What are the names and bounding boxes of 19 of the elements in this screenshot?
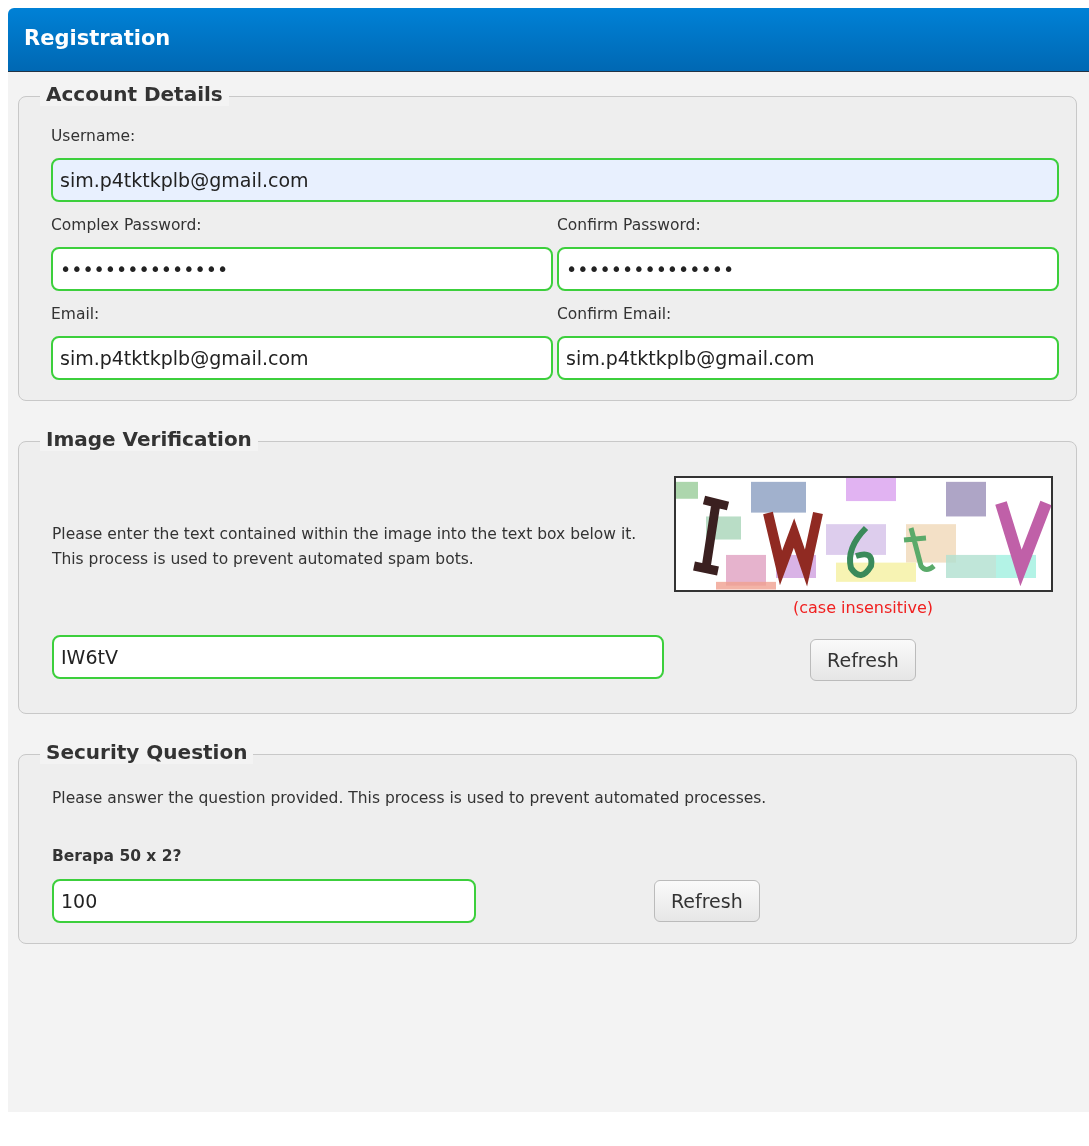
field-label: Email: [51, 305, 101, 325]
input-field[interactable]: IW6tV [52, 635, 664, 679]
refresh-button[interactable]: Refresh [810, 639, 916, 681]
instructions-text: Please answer the question provided. This process is used to prevent automated processes. [52, 789, 768, 807]
field-label: Confirm Password: [557, 216, 702, 236]
input-field[interactable]: sim.p4tktkplb@gmail.com [557, 336, 1059, 380]
input-field[interactable]: ••••••••••••••• [51, 247, 553, 291]
question-text: Berapa 50 x 2? [52, 847, 183, 865]
input-field[interactable]: ••••••••••••••• [557, 247, 1059, 291]
instructions-text: Please enter the text contained within the image into the text box below it. This process is used to prevent automated spam bots. [52, 524, 638, 570]
case-note: (case insensitive) [792, 598, 934, 617]
input-field[interactable]: sim.p4tktkplb@gmail.com [51, 336, 553, 380]
refresh-button[interactable]: Refresh [654, 880, 760, 922]
field-label: Complex Password: [51, 216, 203, 236]
input-field[interactable]: 100 [52, 879, 476, 923]
field-label: Confirm Email: [557, 305, 673, 325]
field-label: Username: [51, 127, 137, 147]
input-field[interactable]: sim.p4tktkplb@gmail.com [51, 158, 1059, 202]
panel-header: Registration [8, 8, 1089, 72]
